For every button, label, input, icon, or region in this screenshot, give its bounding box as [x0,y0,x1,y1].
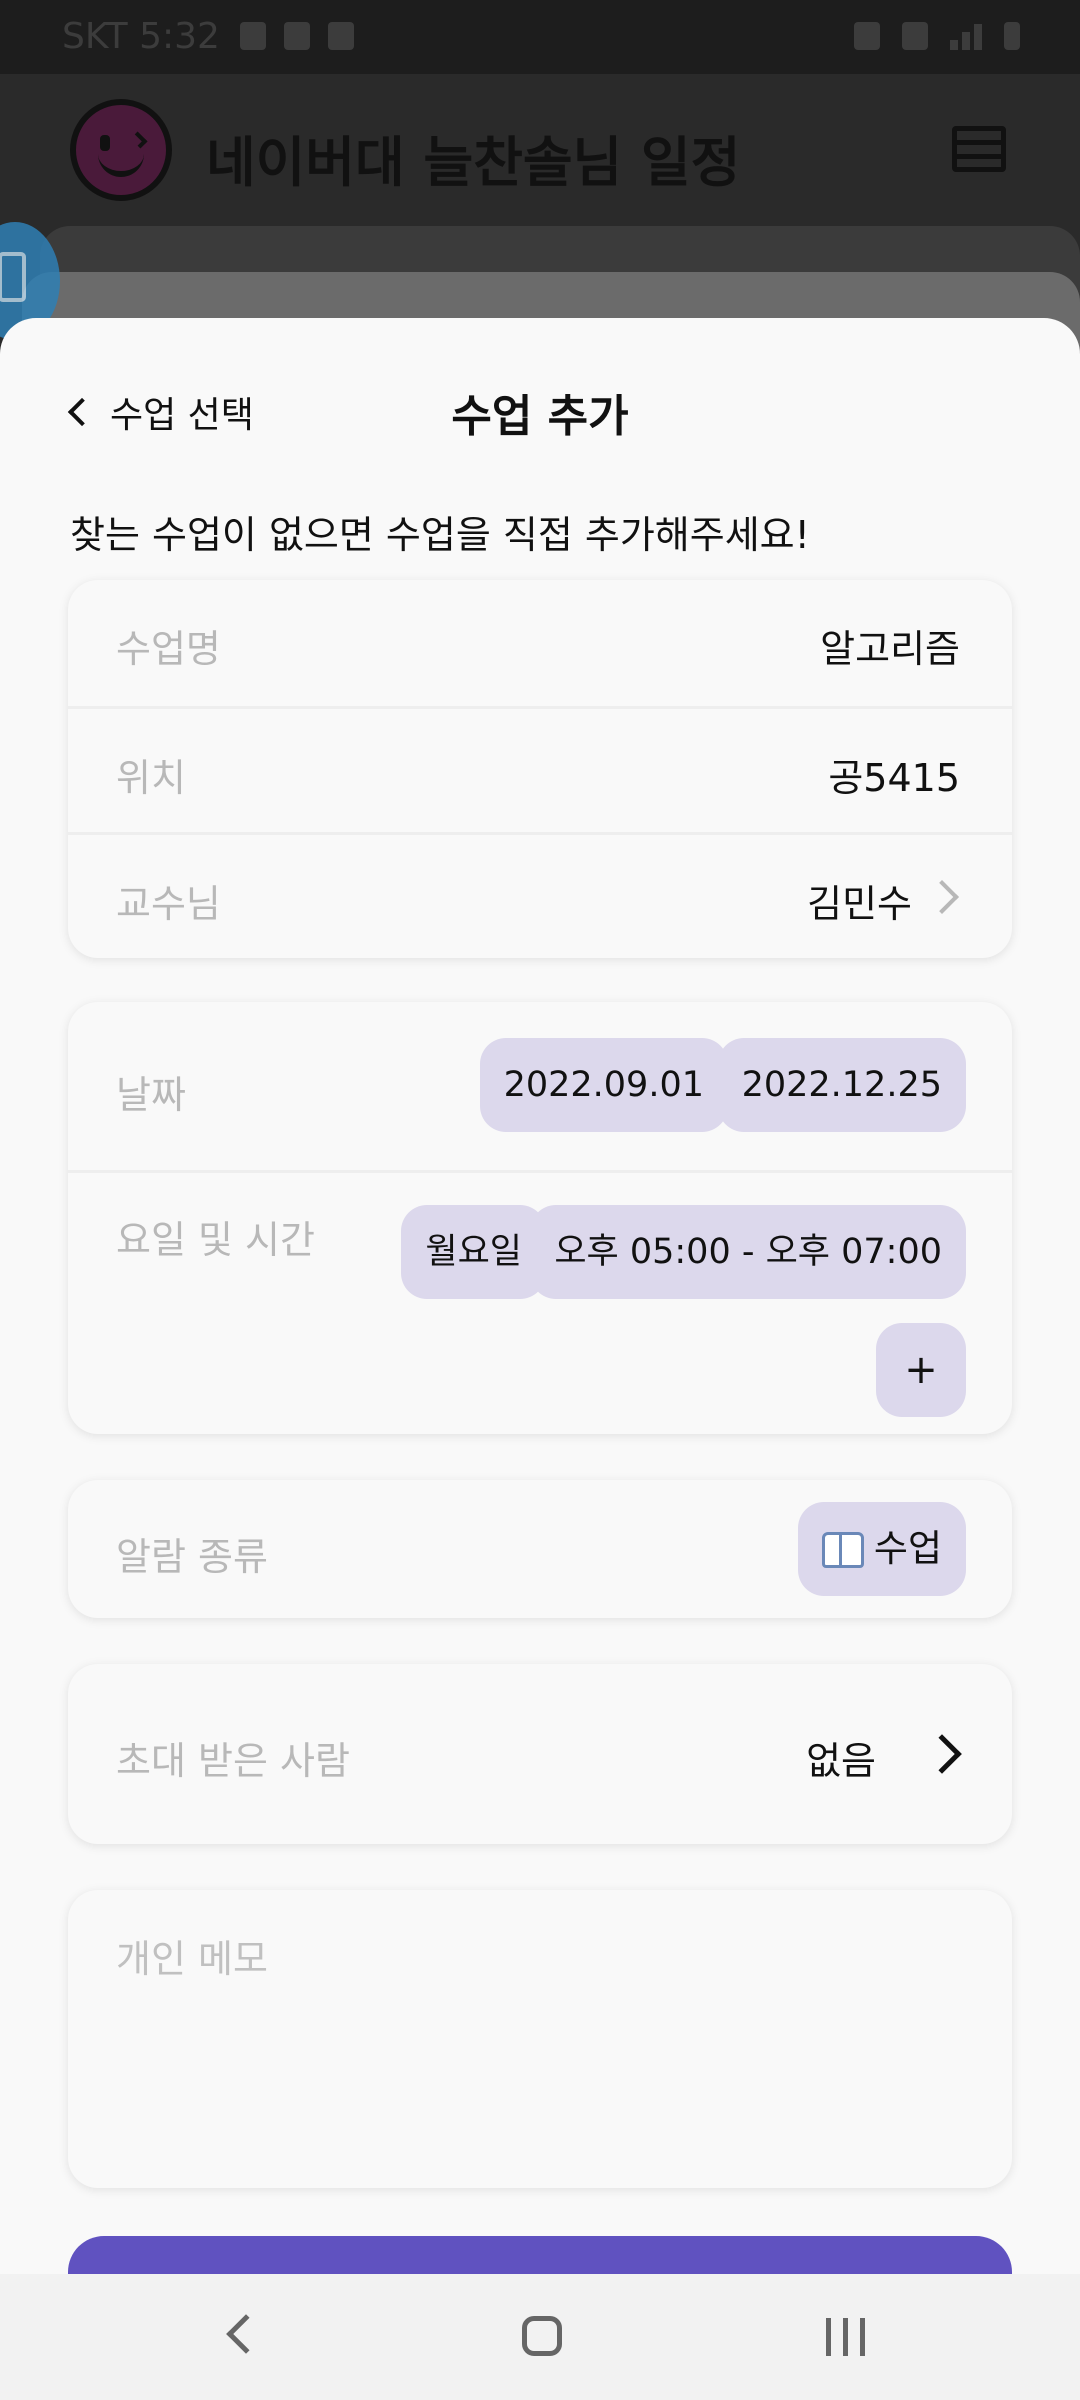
schedule-card: 날짜 2022.09.01 2022.12.25 요일 및 시간 월요일 오후 … [68,1002,1012,1434]
battery-icon [1004,22,1020,50]
system-icons [854,22,1020,50]
footsteps-notification-icon [284,22,310,50]
memo-placeholder: 개인 메모 [116,1937,268,1981]
avatar[interactable] [70,99,172,201]
date-row: 날짜 2022.09.01 2022.12.25 [68,1002,1012,1170]
nav-home-icon[interactable] [522,2316,562,2356]
alarm-card: 알람 종류 수업 [68,1480,1012,1618]
check-notification-icon [240,22,266,50]
add-time-button[interactable]: + [876,1323,966,1417]
mute-icon [854,22,880,50]
time-range-chip[interactable]: 오후 05:00 - 오후 07:00 [530,1205,966,1299]
invitees-card[interactable]: 초대 받은 사람 없음 [68,1664,1012,1844]
alarm-type-chip[interactable]: 수업 [797,1502,966,1596]
course-name-value: 알고리즘 [820,627,960,671]
professor-field[interactable]: 교수님 김민수 [68,832,1012,958]
location-label: 위치 [116,756,186,800]
day-time-label: 요일 및 시간 [116,1218,315,1262]
memo-field[interactable]: 개인 메모 [68,1890,1012,2188]
signal-icon [950,24,982,50]
chevron-right-icon [925,880,959,914]
professor-label: 교수님 [116,882,221,926]
invitees-label: 초대 받은 사람 [116,1739,350,1783]
alarm-label: 알람 종류 [116,1535,268,1579]
hint-text: 찾는 수업이 없으면 수업을 직접 추가해주세요! [70,513,810,557]
phone-notification-icon [328,22,354,50]
invitees-value: 없음 [806,1739,876,1783]
chevron-right-icon [922,1734,962,1774]
course-info-card: 수업명 알고리즘 위치 공5415 교수님 김민수 [68,580,1012,958]
sheet-title: 수업 추가 [451,391,629,442]
nav-back-icon[interactable] [226,2314,266,2354]
system-nav-bar [0,2274,1080,2400]
location-value: 공5415 [828,756,960,800]
day-chip[interactable]: 월요일 [401,1205,546,1299]
phone-icon [0,252,26,302]
menu-list-icon[interactable] [952,126,1006,172]
location-field[interactable]: 위치 공5415 [68,706,1012,832]
app-header: 네이버대 늘찬솔님 일정 [0,74,1080,226]
alarm-type-value: 수업 [873,1527,942,1570]
course-name-field[interactable]: 수업명 알고리즘 [68,580,1012,706]
start-date-chip[interactable]: 2022.09.01 [479,1038,728,1132]
end-date-chip[interactable]: 2022.12.25 [717,1038,966,1132]
wifi-icon [902,22,928,50]
status-bar: SKT 5:32 [0,0,1080,74]
book-icon [821,1532,864,1568]
day-time-row: 요일 및 시간 월요일 오후 05:00 - 오후 07:00 + [68,1170,1012,1434]
status-time: SKT 5:32 [62,16,220,57]
course-name-label: 수업명 [116,627,221,671]
notification-icons [240,22,354,50]
date-label: 날짜 [116,1073,186,1117]
app-title: 네이버대 늘찬솔님 일정 [206,131,741,194]
professor-value: 김민수 [807,882,912,926]
nav-recents-icon[interactable] [826,2318,865,2356]
submit-button[interactable] [68,2236,1012,2274]
add-course-sheet: 수업 선택 수업 추가 찾는 수업이 없으면 수업을 직접 추가해주세요! 수업… [0,318,1080,2274]
